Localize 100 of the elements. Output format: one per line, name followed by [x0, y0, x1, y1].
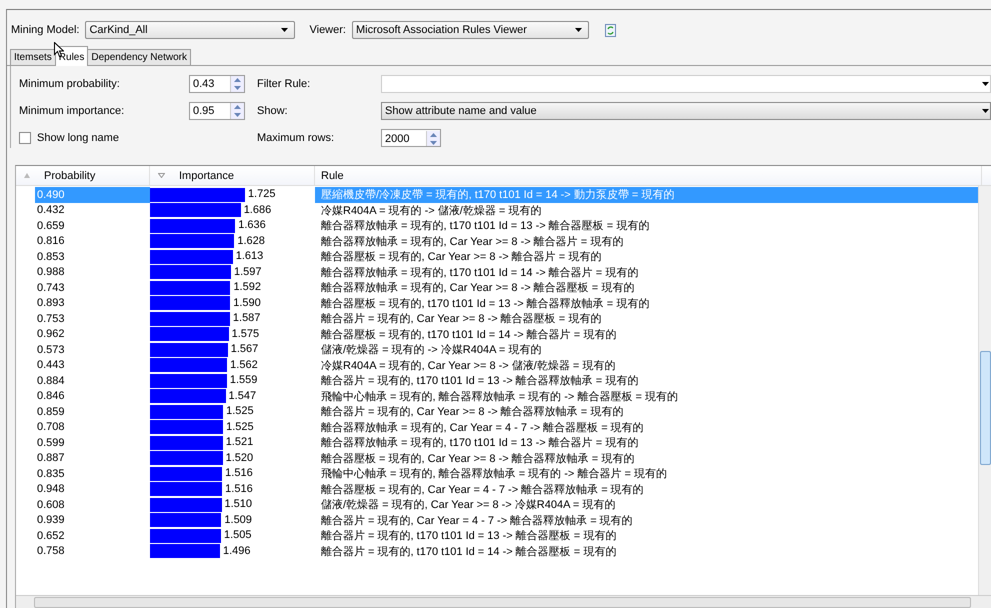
tab[interactable]: Dependency Network: [87, 49, 191, 65]
probability-cell-text: 0.835: [36, 466, 66, 482]
min-probability-label: Minimum probability:: [19, 78, 121, 90]
probability-cell-text: 0.708: [36, 420, 66, 435]
max-rows-label: Maximum rows:: [256, 132, 336, 144]
probability-cell-text: 0.846: [36, 389, 66, 404]
rule-cell-text: 離合器釋放軸承 = 現有的, t170 t101 Id = 13 -> 離合器壓板 = 現有的: [320, 219, 650, 234]
spin-buttons[interactable]: [426, 131, 440, 146]
probability-cell-text: 0.652: [36, 528, 66, 544]
probability-cell-text: 0.573: [36, 342, 66, 358]
importance-bar: [150, 513, 222, 528]
min-importance-field[interactable]: 0.95: [189, 102, 245, 120]
importance-value: 1.686: [244, 202, 272, 216]
rule-cell-text: 離合器釋放軸承 = 現有的, t170 t101 Id = 14 -> 離合器片 = 現有的: [320, 266, 640, 280]
long-name-label: Show long name: [37, 132, 119, 144]
model-dropdown[interactable]: CarKind_All: [85, 21, 296, 39]
importance-bar: [150, 544, 220, 558]
dropdown-arrow-icon: [982, 108, 989, 113]
rule-cell-text: 離合器片 = 現有的, Car Year = 4 - 7 -> 離合器釋放軸承 = 現有的: [320, 514, 634, 528]
importance-bar: [150, 528, 221, 543]
viewer-label: Viewer:: [309, 24, 346, 36]
importance-value: 1.587: [232, 311, 260, 325]
probability-cell-text: 0.859: [36, 404, 66, 420]
rule-cell-text: 離合器釋放軸承 = 現有的, Car Year >= 8 -> 離合器片 = 現有的: [320, 234, 624, 249]
rule-cell-text: 離合器片 = 現有的, t170 t101 Id = 13 -> 離合器釋放軸承 = 現有的: [320, 374, 640, 388]
column-header[interactable]: Rule: [321, 170, 344, 182]
sort-descending-icon: [158, 173, 165, 178]
rule-cell-text: 離合器釋放軸承 = 現有的, Car Year >= 8 -> 離合器壓板 = 現有的: [320, 281, 636, 296]
probability-cell-text: 0.939: [36, 513, 66, 528]
importance-value: 1.525: [226, 404, 254, 418]
rule-cell-text: 冷媒R404A = 現有的, Car Year >= 8 -> 儲液/乾燥器 = 現有的: [320, 358, 616, 373]
horizontal-scrollbar[interactable]: [16, 595, 991, 608]
probability-cell: 0.490: [35, 187, 150, 202]
column-header[interactable]: Importance: [179, 170, 234, 182]
rule-cell-text: 離合器片 = 現有的, Car Year >= 8 -> 離合器釋放軸承 = 現有的: [320, 405, 624, 420]
importance-value: 1.562: [230, 358, 258, 372]
rule-cell-text: 離合器釋放軸承 = 現有的, Car Year = 4 - 7 -> 離合器壓板 = 現有的: [320, 420, 645, 435]
probability-cell-text: 0.608: [36, 498, 66, 512]
importance-value: 1.613: [236, 249, 264, 263]
importance-value: 1.725: [248, 187, 276, 201]
importance-value: 1.505: [224, 528, 252, 542]
rule-cell-text: 離合器壓板 = 現有的, Car Year >= 8 -> 離合器釋放軸承 = 現有的: [320, 452, 636, 466]
importance-value: 1.590: [233, 296, 261, 310]
importance-value: 1.559: [230, 373, 258, 387]
vertical-scrollbar[interactable]: [978, 186, 991, 595]
importance-value: 1.510: [224, 497, 252, 511]
rule-cell-text: 離合器片 = 現有的, Car Year >= 8 -> 離合器壓板 = 現有的: [320, 312, 602, 326]
probability-cell-text: 0.887: [36, 451, 66, 466]
probability-cell-text: 0.753: [36, 312, 66, 326]
model-label: Mining Model:: [11, 24, 80, 36]
rule-cell-text: 儲液/乾燥器 = 現有的, Car Year >= 8 -> 冷媒R404A = 現有的: [320, 498, 616, 512]
min-importance-label: Minimum importance:: [19, 104, 126, 117]
filter-rule-label: Filter Rule:: [256, 78, 312, 90]
importance-value: 1.547: [228, 388, 256, 402]
rule-cell-text: 離合器壓板 = 現有的, t170 t101 Id = 13 -> 離合器釋放軸承 = 現有的: [320, 296, 650, 311]
importance-value: 1.567: [230, 342, 258, 356]
importance-value: 1.520: [226, 450, 254, 464]
dropdown-arrow-icon: [574, 28, 582, 32]
rule-cell-text: 離合器壓板 = 現有的, t170 t101 Id = 14 -> 離合器片 = 現有的: [320, 328, 618, 342]
probability-cell-text: 0.988: [36, 265, 66, 280]
importance-value: 1.592: [233, 280, 261, 294]
rule-cell-text: 飛輪中心軸承 = 現有的, 離合器釋放軸承 = 現有的 -> 離合器壓板 = 現有的: [320, 390, 679, 404]
filter-rule-field[interactable]: [381, 74, 991, 93]
show-dropdown[interactable]: Show attribute name and value: [381, 102, 991, 120]
probability-cell-text: 0.443: [36, 358, 66, 373]
tab[interactable]: Itemsets: [10, 49, 56, 65]
dropdown-arrow-icon: [982, 82, 989, 86]
probability-cell-text: 0.816: [36, 234, 66, 249]
column-header[interactable]: Probability: [44, 170, 96, 182]
show-label: Show:: [256, 104, 289, 117]
rule-cell-text: 離合器片 = 現有的, t170 t101 Id = 13 -> 離合器壓板 = 現有的: [320, 529, 618, 544]
importance-bar: [150, 498, 222, 512]
probability-cell-text: 0.853: [36, 250, 66, 264]
probability-cell-text: 0.659: [36, 218, 66, 234]
probability-cell-text: 0.893: [36, 296, 66, 311]
probability-cell-text: 0.743: [36, 280, 66, 296]
refresh-icon[interactable]: [604, 24, 616, 36]
rule-cell-text: 離合器釋放軸承 = 現有的, t170 t101 Id = 13 -> 離合器片 = 現有的: [320, 436, 640, 450]
rule-cell-text: 離合器壓板 = 現有的, Car Year >= 8 -> 離合器片 = 現有的: [320, 250, 602, 264]
rule-cell-text: 飛輪中心軸承 = 現有的, 離合器釋放軸承 = 現有的 -> 離合器片 = 現有的: [320, 466, 668, 482]
importance-value: 1.525: [226, 420, 254, 434]
probability-cell-text: 0.962: [36, 327, 66, 342]
importance-value: 1.597: [234, 264, 262, 278]
spin-buttons[interactable]: [230, 102, 244, 119]
importance-value: 1.516: [225, 466, 253, 480]
dropdown-arrow-icon: [281, 28, 288, 32]
max-rows-field[interactable]: 2000: [381, 129, 441, 148]
viewer-dropdown[interactable]: Microsoft Association Rules Viewer: [352, 21, 589, 39]
probability-cell-text: 0.948: [36, 482, 66, 497]
importance-value: 1.636: [238, 218, 266, 232]
importance-value: 1.521: [226, 435, 254, 449]
rule-cell: 壓縮機皮帶/冷凍皮帶 = 現有的, t170 t101 Id = 14 -> 動力泵皮帶 = 現有的: [315, 187, 978, 202]
probability-cell-text: 0.758: [36, 544, 66, 559]
sort-ascending-icon: [24, 173, 30, 178]
importance-value: 1.575: [232, 326, 260, 340]
probability-cell-text: 0.432: [36, 203, 66, 218]
min-probability-field[interactable]: 0.43: [189, 74, 245, 93]
spin-buttons[interactable]: [230, 76, 244, 92]
long-name-checkbox[interactable]: [19, 132, 31, 144]
importance-value: 1.516: [225, 482, 253, 496]
